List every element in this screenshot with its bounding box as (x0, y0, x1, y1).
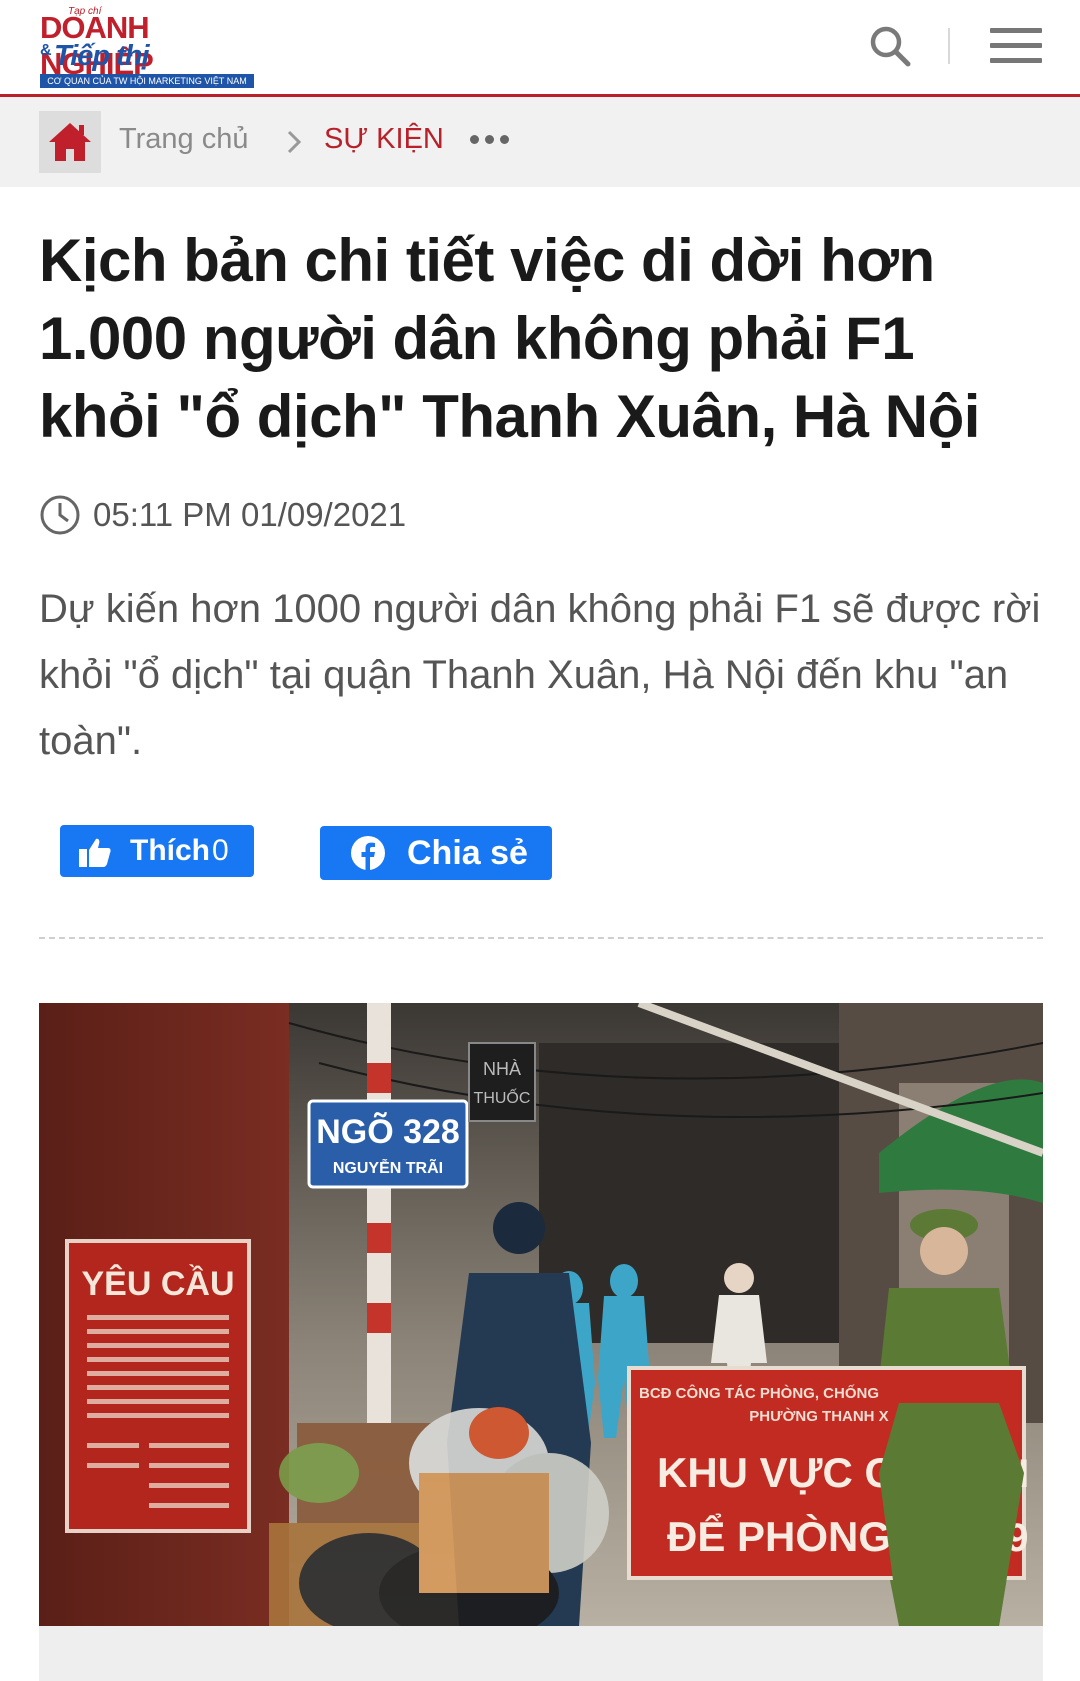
article-summary: Dự kiến hơn 1000 người dân không phải F1… (39, 587, 1041, 763)
header-divider (948, 28, 950, 64)
pharmacy-sign-line-2: THUỐC (474, 1087, 531, 1107)
share-button[interactable]: Chia sẻ (320, 826, 552, 880)
like-label: Thích (130, 834, 210, 867)
hamburger-menu-icon (990, 28, 1042, 33)
menu-button[interactable] (990, 28, 1042, 64)
photo-caption-area (39, 1626, 1043, 1681)
street-sign-name: NGUYỄN TRÃI (333, 1157, 443, 1177)
publish-time-text: 05:11 PM 01/09/2021 (93, 496, 407, 533)
logo-ampersand: & (40, 42, 52, 59)
share-label: Chia sẻ (407, 834, 528, 872)
banner-top-text: BCĐ CÔNG TÁC PHÒNG, CHỐNG (639, 1384, 879, 1402)
banner-sub-text: PHƯỜNG THANH X (749, 1407, 888, 1425)
search-button[interactable] (868, 24, 912, 68)
logo-tagline: CƠ QUAN CỦA TW HỘI MARKETING VIỆT NAM (40, 74, 254, 88)
notice-title: YÊU CẦU (81, 1265, 234, 1303)
pharmacy-sign-line-1: NHÀ (483, 1059, 521, 1079)
like-count: 0 (212, 834, 229, 867)
breadcrumb-category-link[interactable]: SỰ KIỆN (324, 123, 444, 156)
article-photo[interactable]: NGÕ 328 NGUYỄN TRÃI NHÀ THUỐC YÊU CẦU BC… (39, 1003, 1043, 1626)
article-title: Kịch bản chi tiết việc di dời hơn 1.000 … (39, 227, 980, 450)
breadcrumb-home-link[interactable]: Trang chủ (119, 123, 249, 156)
search-icon (870, 26, 911, 67)
breadcrumb: Trang chủ SỰ KIỆN (0, 97, 1080, 187)
site-header: Tạp chí DOANH NGHIỆP & Tiếp thị CƠ QUAN … (0, 0, 1080, 97)
section-divider (39, 937, 1043, 939)
street-sign-number: NGÕ 328 (316, 1113, 460, 1151)
thumbs-up-icon (79, 838, 111, 867)
photo-scene: NGÕ 328 NGUYỄN TRÃI NHÀ THUỐC YÊU CẦU BC… (39, 1003, 1043, 1626)
clock-icon (40, 495, 80, 535)
facebook-icon (351, 836, 385, 870)
home-button[interactable] (39, 111, 101, 173)
chevron-right-icon (287, 130, 302, 154)
like-button[interactable]: Thích 0 (60, 825, 254, 877)
site-logo[interactable]: Tạp chí DOANH NGHIỆP & Tiếp thị CƠ QUAN … (40, 4, 254, 88)
logo-line-2: Tiếp thị (54, 40, 150, 72)
more-dots-icon[interactable] (470, 133, 510, 147)
home-icon (49, 123, 91, 161)
